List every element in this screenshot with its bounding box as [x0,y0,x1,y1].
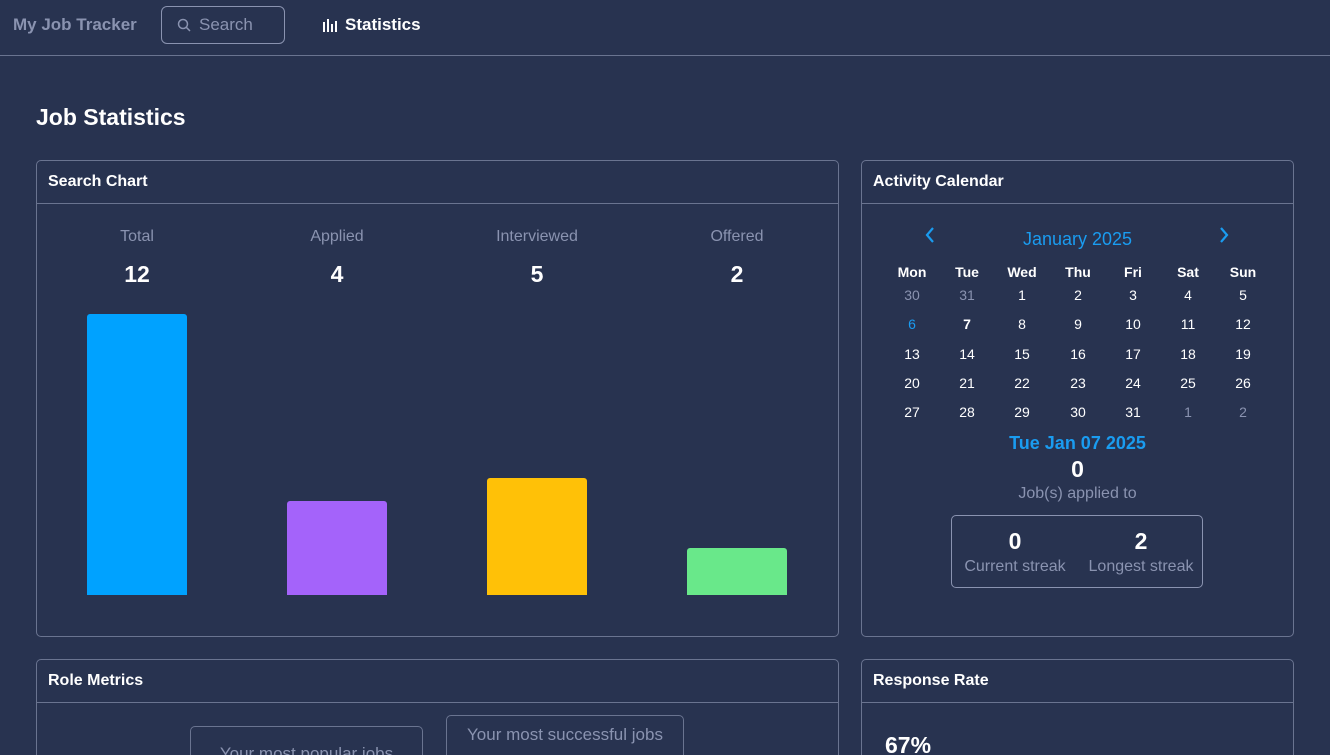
calendar-day[interactable]: 30 [1058,404,1098,420]
next-month-button[interactable] [1216,224,1232,252]
stat-label: Interviewed [496,228,578,245]
calendar-day[interactable]: 28 [947,404,987,420]
page-title: Job Statistics [36,104,186,130]
bar-total [87,314,187,595]
selected-date: Tue Jan 07 2025 [1009,433,1146,453]
role-metrics-card: Role Metrics [36,659,839,755]
calendar-day[interactable]: 11 [1168,316,1208,332]
popular-jobs-label: Your most popular jobs [219,744,394,755]
popular-jobs-box: Your most popular jobs [190,726,423,755]
card-title: Activity Calendar [862,161,1293,204]
calendar-day[interactable]: 17 [1113,346,1153,362]
weekday-header: Fri [1124,264,1142,280]
current-streak: 0 Current streak [952,528,1078,576]
calendar-day[interactable]: 25 [1168,375,1208,391]
weekday-header: Tue [955,264,979,280]
stat-total: Total 12 [67,228,207,288]
response-rate-value: 67% [885,732,932,755]
calendar-day[interactable]: 2 [1058,287,1098,303]
search-placeholder: Search [199,15,253,34]
stat-offered: Offered 2 [667,228,807,288]
calendar-day[interactable]: 8 [1002,316,1042,332]
stat-interviewed: Interviewed 5 [467,228,607,288]
stat-applied: Applied 4 [267,228,407,288]
calendar-day[interactable]: 4 [1168,287,1208,303]
calendar-day[interactable]: 31 [1113,404,1153,420]
calendar-day[interactable]: 24 [1113,375,1153,391]
calendar-day[interactable]: 13 [892,346,932,362]
stat-label: Total [120,228,154,245]
calendar-day[interactable]: 3 [1113,287,1153,303]
calendar-day[interactable]: 18 [1168,346,1208,362]
weekday-header: Wed [1007,264,1037,280]
stat-value: 2 [730,261,744,287]
stat-value: 5 [530,261,544,287]
calendar-day[interactable]: 15 [1002,346,1042,362]
successful-jobs-label: Your most successful jobs [467,725,663,744]
streak-value: 2 [1134,528,1148,554]
weekday-header: Thu [1065,264,1091,280]
streak-box: 0 Current streak 2 Longest streak [951,515,1203,588]
streak-value: 0 [1008,528,1022,554]
calendar-day[interactable]: 12 [1223,316,1263,332]
selected-label: Job(s) applied to [1018,485,1137,502]
bar-offered [687,548,787,595]
stat-value: 4 [330,261,344,287]
successful-jobs-box: Your most successful jobs [446,715,684,755]
selected-count: 0 [1071,456,1084,482]
bar-applied [287,501,387,595]
calendar-day[interactable]: 26 [1223,375,1263,391]
card-title: Search Chart [37,161,838,204]
calendar-day[interactable]: 22 [1002,375,1042,391]
calendar-day[interactable]: 16 [1058,346,1098,362]
bar-interviewed [487,478,587,595]
longest-streak: 2 Longest streak [1078,528,1204,576]
calendar-day[interactable]: 21 [947,375,987,391]
calendar-day[interactable]: 10 [1113,316,1153,332]
streak-label: Longest streak [1088,558,1194,575]
nav-statistics-link[interactable]: Statistics [322,15,421,35]
bar-chart-icon [323,19,337,32]
streak-label: Current streak [964,558,1066,575]
weekday-header: Sat [1177,264,1199,280]
calendar-day[interactable]: 1 [1168,404,1208,420]
calendar-day[interactable]: 29 [1002,404,1042,420]
stat-value: 12 [124,261,150,287]
search-icon [177,18,191,32]
chevron-right-icon [1220,227,1229,243]
card-title: Response Rate [862,660,1293,703]
calendar-day[interactable]: 7 [947,316,987,332]
calendar-day[interactable]: 20 [892,375,932,391]
calendar-day[interactable]: 9 [1058,316,1098,332]
weekday-header: Sun [1229,264,1257,280]
calendar-day[interactable]: 31 [947,287,987,303]
calendar-day[interactable]: 27 [892,404,932,420]
calendar-day[interactable]: 14 [947,346,987,362]
top-navbar: My Job Tracker Search Statistics [0,0,1330,56]
card-title: Role Metrics [37,660,838,703]
calendar-day[interactable]: 2 [1223,404,1263,420]
nav-statistics-label: Statistics [345,15,421,34]
calendar-day[interactable]: 1 [1002,287,1042,303]
calendar-day[interactable]: 5 [1223,287,1263,303]
search-input[interactable]: Search [161,6,285,44]
stat-label: Applied [310,228,364,245]
weekday-header: Mon [897,264,927,280]
brand-link[interactable]: My Job Tracker [13,15,137,35]
calendar-day[interactable]: 30 [892,287,932,303]
calendar-day[interactable]: 19 [1223,346,1263,362]
stat-label: Offered [710,228,764,245]
calendar-day[interactable]: 23 [1058,375,1098,391]
calendar-day[interactable]: 6 [892,316,932,332]
